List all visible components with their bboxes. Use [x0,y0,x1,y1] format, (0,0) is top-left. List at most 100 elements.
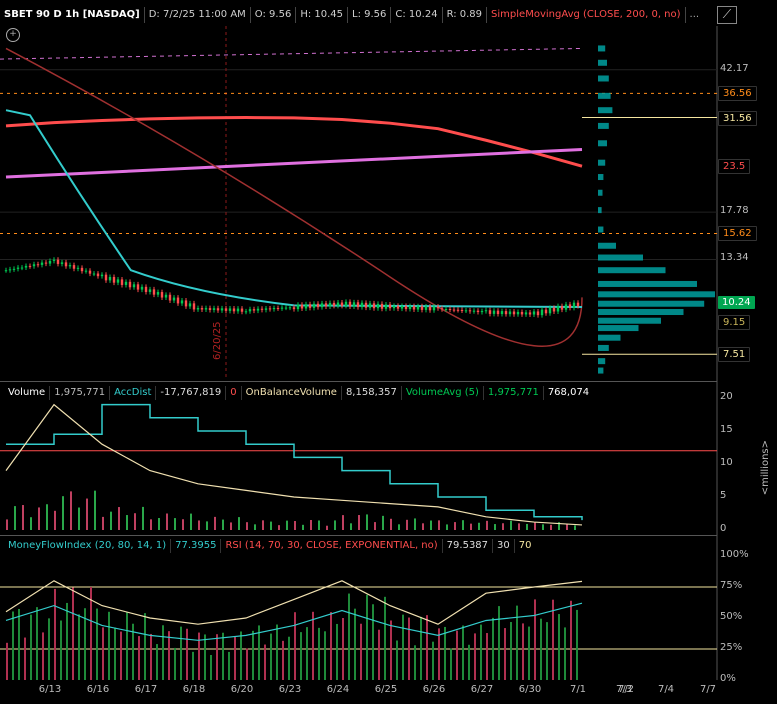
more-studies[interactable]: ... [686,7,704,23]
mfi-bar [204,634,206,680]
volume-bar [222,519,224,530]
mfi-bar [186,628,188,680]
volume-profile-bar [598,334,621,341]
mfi-bar [576,609,578,680]
price-candle [508,311,512,315]
volume-bar [310,519,312,530]
price-candle [184,300,188,307]
volume-bar [278,525,280,530]
volume-bar [326,525,328,530]
volume-bar [574,525,576,530]
price-candle [192,303,196,310]
volume-bar [422,523,424,530]
mfi-bar [534,599,536,680]
price-tag: 9.15 [718,314,751,330]
price-candle [8,269,12,271]
volume-bar [406,519,408,530]
bar-open: O: 9.56 [251,7,297,23]
price-candle [412,306,416,310]
volume-title[interactable]: Volume [4,386,51,400]
price-candle [384,304,388,309]
expand-icon[interactable]: + [6,28,20,42]
mfi-bar [540,618,542,680]
price-candle [196,308,200,310]
rsi-label[interactable]: RSI (14, 70, 30, CLOSE, EXPONENTIAL, no) [221,539,443,553]
x-axis-label: 6/24 [326,684,350,695]
mfi-bar [432,641,434,680]
price-candle [200,308,204,310]
volume-bar [366,514,368,530]
mfi-bar [480,624,482,680]
price-tag: 31.56 [718,110,757,126]
drawing-tool-icon[interactable]: ⟋ [717,6,737,24]
price-candle [316,303,320,308]
volume-profile-bar [598,291,715,298]
price-candle [356,302,360,308]
price-candle [400,305,404,309]
price-candle [140,286,144,290]
volavg-label[interactable]: VolumeAvg (5) [402,386,484,400]
price-candle [452,309,456,311]
volume-profile-bar [598,300,705,307]
accdist-zero: 0 [226,386,242,400]
price-candle [324,303,328,307]
price-candle [272,308,276,310]
volume-profile-bar [598,242,616,249]
price-candle [28,265,32,267]
price-candle [352,302,356,307]
price-candle [232,308,236,312]
price-candle [100,274,104,277]
oscillator-axis-label: 75% [720,580,743,591]
mfi-bar [264,644,266,680]
price-candle [12,268,16,270]
price-candle [20,267,24,269]
volume-bar [334,520,336,530]
volume-bar [550,524,552,530]
mfi-bar [48,618,50,680]
panel-separator-volume[interactable] [0,381,717,382]
price-candle [168,294,172,301]
price-axis-label: 17.78 [720,205,749,217]
mfi-label[interactable]: MoneyFlowIndex (20, 80, 14, 1) [4,539,172,553]
study-sma-label[interactable]: SimpleMovingAvg (CLOSE, 200, 0, no) [487,7,686,23]
price-candle [132,284,136,288]
price-candle [340,302,344,306]
chart-canvas[interactable]: 6/20/25 [0,0,777,704]
volume-bar [414,518,416,530]
mfi-bar [426,615,428,680]
volume-bar [486,520,488,530]
mfi-bar [114,627,116,680]
accdist-label[interactable]: AccDist [110,386,157,400]
price-candle [388,304,392,309]
price-candle [48,260,52,264]
volume-profile-bar [598,107,613,114]
mfi-bar [360,623,362,680]
price-candle [548,307,552,314]
volume-bar [206,521,208,530]
pink-dashed-line [0,47,583,60]
price-candle [460,309,464,311]
mfi-bar [408,617,410,680]
mfi-bar [378,629,380,680]
price-candle [148,289,152,292]
mfi-bar [18,608,20,680]
volume-profile-bar [598,159,606,166]
mfi-bar [420,616,422,680]
obv-label[interactable]: OnBalanceVolume [242,386,342,400]
ema-cyan-line [5,109,583,308]
volume-bar [238,517,240,530]
volume-bar [54,510,56,530]
mfi-bar [6,642,8,680]
mfi-bar [216,634,218,680]
price-candle [152,289,156,295]
mfi-bar [492,617,494,680]
price-candle [256,308,260,311]
volume-bar [46,504,48,530]
panel-separator-oscillator[interactable] [0,535,717,536]
symbol-label[interactable]: SBET 90 D 1h [NASDAQ] [0,7,145,23]
price-candle [476,310,480,313]
mfi-bar [390,620,392,680]
price-candle [524,312,528,315]
price-candle [312,303,316,308]
mfi-value: 77.3955 [171,539,222,553]
